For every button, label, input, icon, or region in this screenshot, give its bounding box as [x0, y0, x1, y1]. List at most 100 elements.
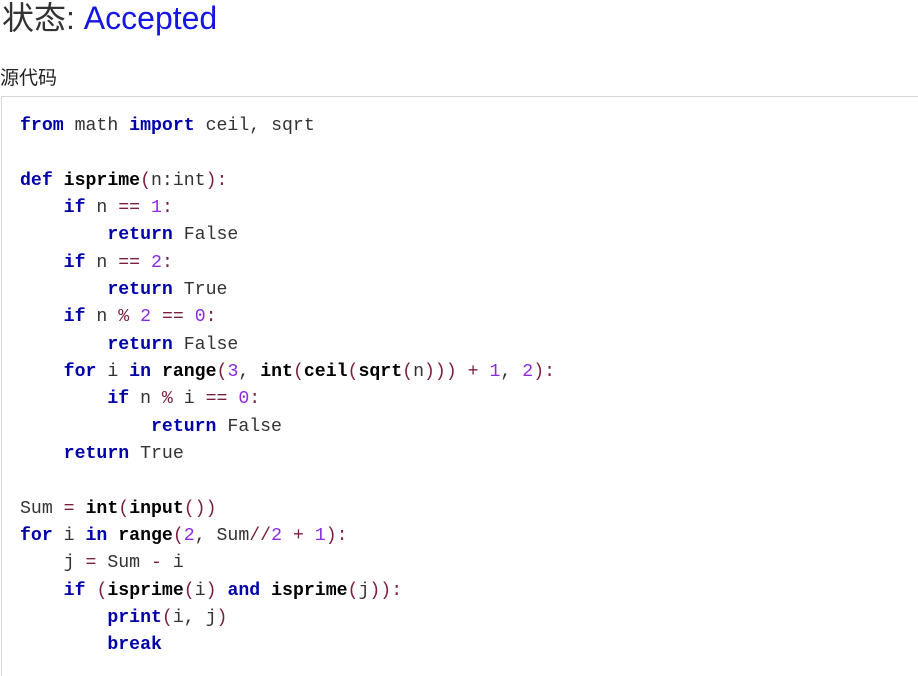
code-token: i [194, 580, 206, 601]
code-token: math [63, 116, 130, 136]
code-line: if n % i == 0: [20, 386, 555, 413]
code-token: 2 [140, 307, 152, 328]
code-token: if [63, 307, 86, 328]
code-line: return False [20, 222, 555, 249]
submission-status: 状态: Accepted [2, 0, 217, 39]
code-token: ): [205, 170, 228, 191]
code-token: ceil [303, 361, 348, 382]
code-line: from math import ceil, sqrt [20, 113, 555, 140]
code-token: n [413, 361, 424, 382]
code-token: 2 [271, 525, 283, 546]
source-code-heading: 源代码 [0, 68, 58, 89]
code-token: ( [183, 580, 195, 601]
code-token: sqrt [358, 361, 403, 382]
code-token: ( [172, 525, 184, 546]
code-token: n [85, 197, 119, 218]
code-token: + [467, 361, 479, 382]
code-token: if [63, 197, 86, 218]
code-token: 0 [238, 389, 250, 410]
code-token: int [260, 361, 293, 382]
code-token: 2 [183, 525, 195, 546]
code-token: False [216, 416, 282, 437]
code-token: Sum [96, 553, 151, 574]
code-token: : [161, 252, 173, 273]
code-line: def isprime(n:int): [20, 168, 555, 195]
code-line: return False [20, 414, 555, 441]
code-line: if (isprime(i) and isprime(j)): [20, 578, 555, 605]
code-token: i, j [172, 607, 217, 628]
code-token: return [107, 279, 173, 300]
code-token: j [358, 580, 370, 601]
code-token: n:int [151, 170, 206, 191]
code-token: , [238, 361, 261, 382]
code-token: ( [347, 580, 359, 601]
code-token: input [129, 498, 184, 519]
code-token: ceil, sqrt [194, 116, 315, 136]
code-token: 3 [227, 361, 239, 382]
code-token: 0 [194, 307, 206, 328]
code-token: and [227, 580, 261, 601]
code-token: range [118, 525, 173, 546]
code-token: if [63, 580, 86, 601]
code-token: = [85, 553, 97, 574]
code-line: if n == 1: [20, 195, 555, 222]
code-token: return [150, 416, 217, 437]
code-token: return [107, 334, 173, 355]
code-token: n [129, 389, 162, 410]
code-token: print [107, 607, 162, 628]
code-token: def [20, 170, 53, 191]
code-token: 2 [522, 361, 534, 382]
code-token: i [96, 361, 130, 382]
code-token: False [172, 334, 239, 355]
code-token: == [118, 197, 141, 218]
code-token: True [129, 443, 184, 464]
code-line: print(i, j) [20, 605, 555, 632]
code-token: in [129, 361, 152, 382]
code-token: Sum [20, 498, 64, 519]
code-token: False [172, 225, 239, 246]
code-token: 1 [314, 525, 326, 546]
code-line: j = Sum - i [20, 550, 555, 577]
code-token: if [107, 389, 130, 410]
code-token: for [20, 525, 53, 546]
code-token: n [85, 307, 119, 328]
code-token: range [161, 361, 217, 382]
code-token: : [205, 307, 217, 328]
code-token: isprime [107, 580, 184, 601]
source-code-panel[interactable]: from math import ceil, sqrt def isprime(… [1, 96, 918, 676]
code-token: + [292, 525, 304, 546]
code-token: ( [216, 361, 228, 382]
code-token: - [151, 553, 162, 574]
code-token: i [161, 553, 184, 574]
code-token: if [63, 252, 86, 273]
code-token: = [63, 498, 75, 519]
code-token: for [63, 361, 97, 382]
code-line: if n % 2 == 0: [20, 304, 555, 331]
code-token: , [500, 361, 523, 382]
code-token: ( [96, 580, 108, 601]
code-token: isprime [63, 170, 141, 191]
code-token: int [85, 498, 119, 519]
code-token: True [172, 279, 228, 300]
code-token: import [129, 116, 195, 136]
code-token: 1 [151, 197, 162, 218]
